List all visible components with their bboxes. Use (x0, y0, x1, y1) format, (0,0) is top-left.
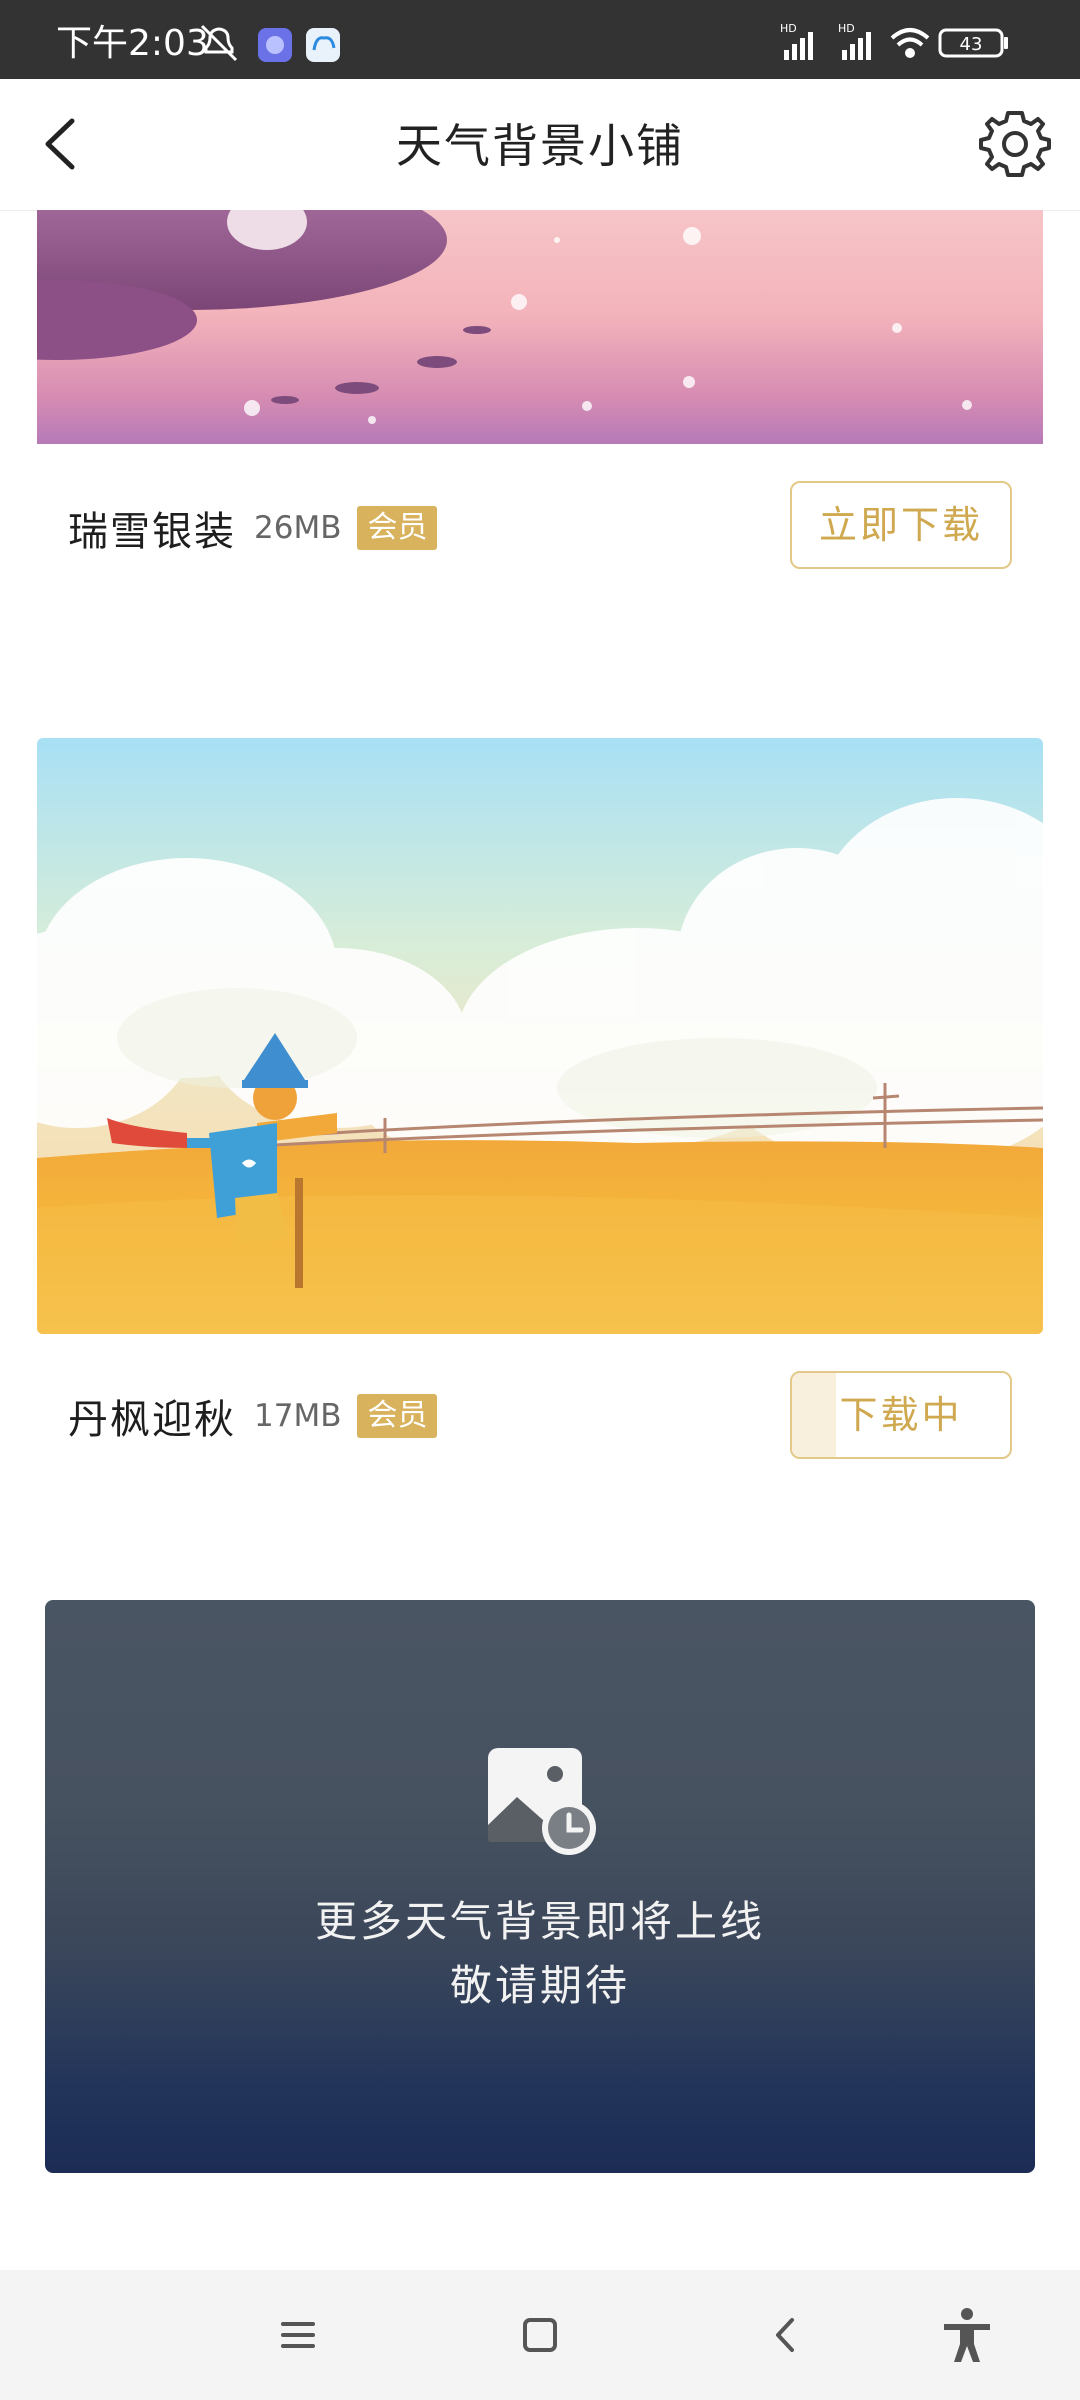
item-size: 26MB (254, 510, 342, 546)
signal-icon: HD (780, 22, 813, 60)
status-right-icons: HD HD 43 (780, 20, 1040, 62)
square-icon (523, 2318, 557, 2352)
autumn-scene-image[interactable] (37, 738, 1043, 1334)
recent-apps-button[interactable] (267, 2304, 329, 2366)
signal-label-2: HD (838, 22, 855, 35)
download-button-label: 立即下载 (818, 503, 983, 547)
vip-badge: 会员 (357, 506, 438, 550)
gear-icon (979, 111, 1051, 177)
coming-soon-card: 更多天气背景即将上线 敬请期待 (45, 1600, 1035, 2173)
item-size: 17MB (254, 1398, 342, 1434)
item-info-row: 丹枫迎秋 17MB 会员 (68, 1386, 438, 1446)
accessibility-icon (944, 2308, 990, 2362)
wifi-icon (890, 28, 930, 58)
snow-scene-image[interactable] (37, 210, 1043, 444)
battery-icon: 43 (938, 28, 1008, 58)
settings-button[interactable] (978, 107, 1052, 181)
battery-level: 43 (960, 34, 983, 55)
downloading-button-label: 下载中 (839, 1393, 963, 1437)
status-left-icons (200, 22, 360, 62)
weather-app-icon (306, 28, 340, 62)
item-name: 瑞雪银装 (68, 509, 236, 555)
back-arrow-icon (776, 2318, 794, 2352)
mute-icon (200, 24, 238, 62)
screen: 下午2:03 HD HD 43 天气背景小铺 瑞雪银装 26MB 会员 立即下载… (0, 0, 1080, 2400)
home-button[interactable] (509, 2304, 571, 2366)
item-name: 丹枫迎秋 (68, 1397, 236, 1443)
status-time: 下午2:03 (56, 23, 209, 64)
download-progress-fill (792, 1373, 836, 1457)
item-info-row: 瑞雪银装 26MB 会员 (68, 498, 438, 558)
vip-badge: 会员 (357, 1394, 438, 1438)
accessibility-button[interactable] (936, 2304, 998, 2366)
coming-soon-subtitle: 敬请期待 (449, 1961, 630, 2010)
coming-soon-title: 更多天气背景即将上线 (314, 1897, 765, 1946)
signal-label-1: HD (780, 22, 797, 35)
image-clock-icon (488, 1748, 596, 1855)
nav-back-button[interactable] (756, 2304, 818, 2366)
app-header: 天气背景小铺 (0, 79, 1080, 211)
page-title: 天气背景小铺 (396, 119, 684, 173)
system-nav-bar (0, 2270, 1080, 2400)
status-bar: 下午2:03 HD HD 43 (0, 0, 1080, 79)
downloading-button[interactable]: 下载中 (790, 1371, 1012, 1459)
menu-icon (281, 2322, 315, 2348)
signal-icon-2: HD (838, 22, 871, 60)
download-button[interactable]: 立即下载 (790, 481, 1012, 569)
app-notification-icon (258, 28, 292, 62)
